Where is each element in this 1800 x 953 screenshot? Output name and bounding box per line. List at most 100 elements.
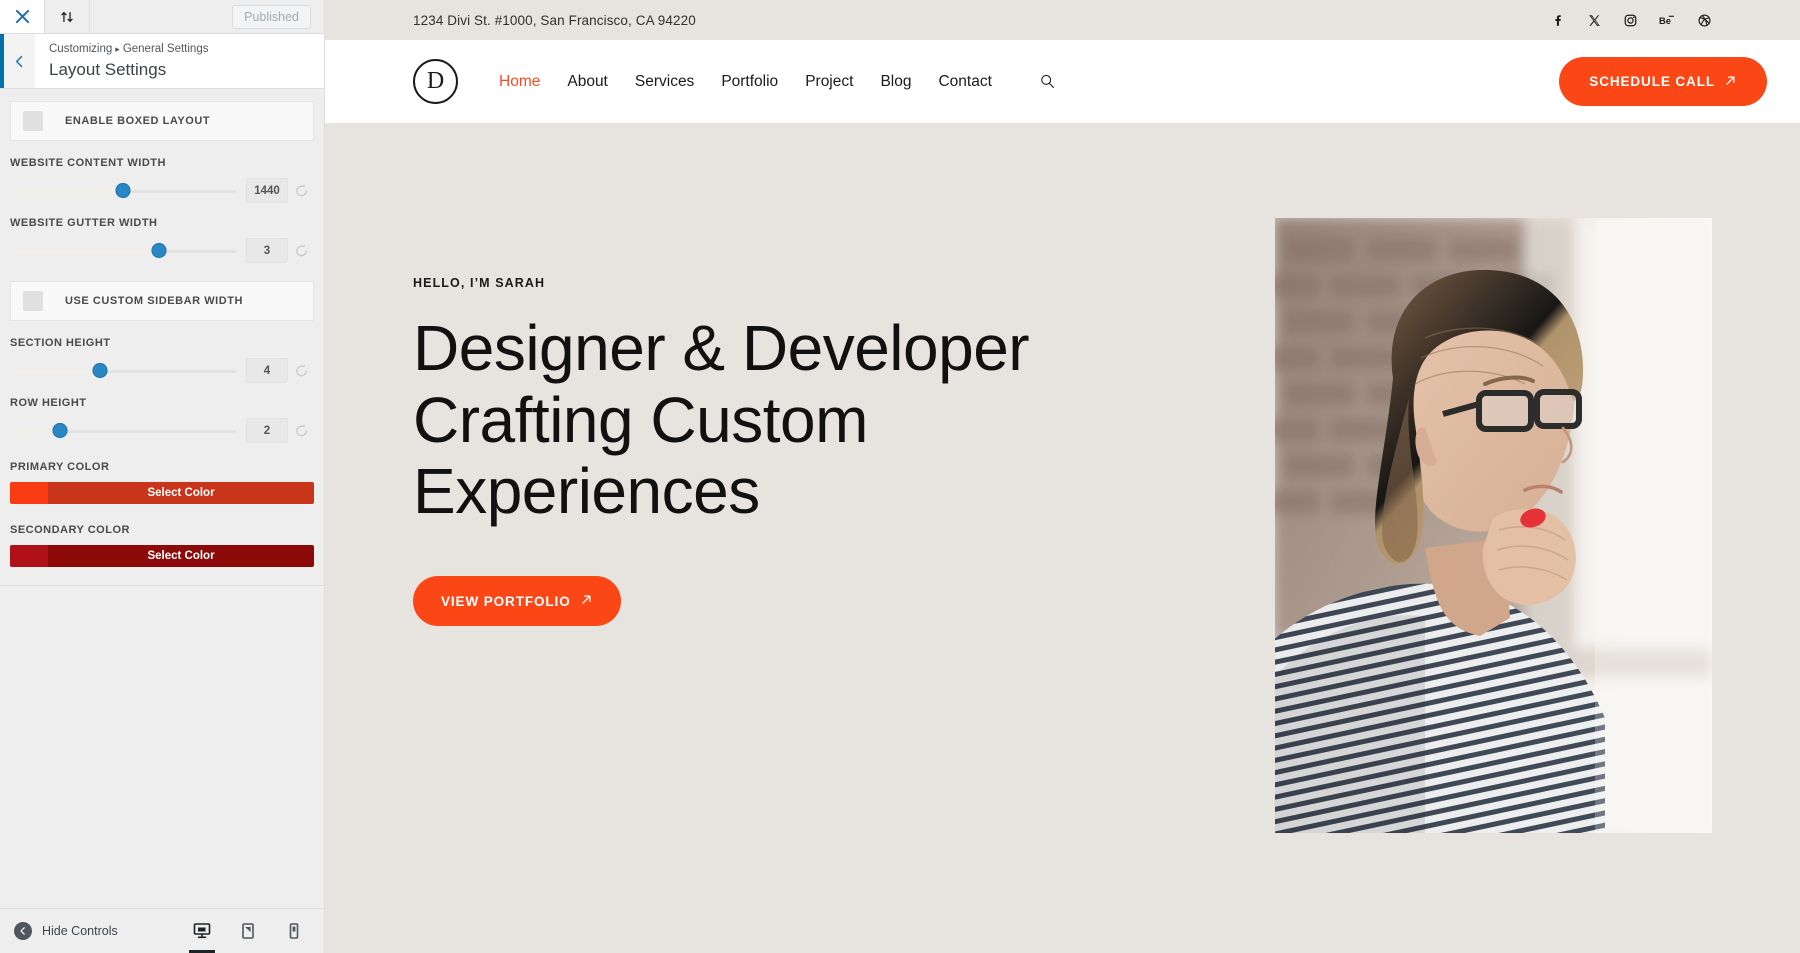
slider-row: 4: [10, 358, 314, 383]
nav-link-blog[interactable]: Blog: [880, 73, 911, 91]
slider-row: 1440: [10, 178, 314, 203]
hero-title: Designer & Developer Crafting Custom Exp…: [413, 312, 1073, 528]
slider-value[interactable]: 1440: [246, 178, 288, 203]
desktop-icon[interactable]: [186, 915, 218, 953]
nav-link-services[interactable]: Services: [635, 73, 694, 91]
layout-settings-controls: ENABLE BOXED LAYOUT WEBSITE CONTENT WIDT…: [0, 89, 324, 586]
slider-track-area[interactable]: [10, 422, 236, 439]
view-portfolio-button[interactable]: VIEW PORTFOLIO: [413, 576, 621, 627]
reset-icon[interactable]: [288, 183, 314, 198]
control-row-height: ROW HEIGHT 2: [10, 397, 314, 443]
nav-link-portfolio[interactable]: Portfolio: [721, 73, 778, 91]
slider-value[interactable]: 2: [246, 418, 288, 443]
slider-thumb[interactable]: [52, 422, 68, 438]
control-website-content-width: WEBSITE CONTENT WIDTH 1440: [10, 157, 314, 203]
slider-track-area[interactable]: [10, 362, 236, 379]
collapse-arrow-icon: [14, 922, 32, 940]
control-section-height: SECTION HEIGHT 4: [10, 337, 314, 383]
customizer-body: ENABLE BOXED LAYOUT WEBSITE CONTENT WIDT…: [0, 89, 324, 908]
control-use-custom-sidebar-width[interactable]: USE CUSTOM SIDEBAR WIDTH: [10, 281, 314, 321]
color-swatch: [10, 482, 48, 504]
facebook-icon[interactable]: [1551, 13, 1566, 28]
slider-fill: [10, 249, 160, 253]
control-label: SECONDARY COLOR: [10, 524, 130, 536]
breadcrumb-parent: General Settings: [122, 43, 209, 56]
published-button[interactable]: Published: [232, 4, 311, 29]
breadcrumb: Customizing ▸ General Settings: [49, 41, 310, 57]
hero-photo: [1275, 218, 1712, 833]
mobile-icon[interactable]: [278, 915, 310, 947]
slider-track-area[interactable]: [10, 182, 236, 199]
x-twitter-icon[interactable]: [1587, 13, 1602, 28]
control-label: ROW HEIGHT: [10, 397, 87, 409]
select-color-button[interactable]: Select Color: [48, 545, 314, 567]
slider-value[interactable]: 3: [246, 238, 288, 263]
reset-icon[interactable]: [288, 363, 314, 378]
device-preview-buttons: [186, 915, 310, 953]
control-secondary-color: SECONDARY COLOR Select Color: [10, 524, 314, 567]
slider-thumb[interactable]: [92, 362, 108, 378]
dribbble-icon[interactable]: [1697, 13, 1712, 28]
checkbox-icon[interactable]: [23, 291, 43, 311]
slider-fill: [10, 369, 101, 373]
color-swatch: [10, 545, 48, 567]
control-website-gutter-width: WEBSITE GUTTER WIDTH 3: [10, 217, 314, 263]
customizer-app: Published Customizing ▸ General Settings L…: [0, 0, 1800, 953]
slider-thumb[interactable]: [115, 182, 131, 198]
tablet-icon[interactable]: [232, 915, 264, 947]
svg-text:Be: Be: [1659, 16, 1671, 26]
hero-title-line-3: Experiences: [413, 455, 760, 528]
schedule-call-label: SCHEDULE CALL: [1589, 74, 1715, 89]
arrow-up-right-icon: [580, 593, 593, 609]
hero-eyebrow: HELLO, I’M SARAH: [413, 276, 546, 290]
slider-row: 2: [10, 418, 314, 443]
wp-customizer-sidebar: Published Customizing ▸ General Settings L…: [0, 0, 325, 953]
page-title: Layout Settings: [49, 59, 167, 79]
social-links: Be: [1551, 13, 1712, 28]
hero-photo-frame: [1275, 218, 1712, 833]
site-logo[interactable]: D: [413, 59, 458, 104]
hero-content: HELLO, I’M SARAH Designer & Developer Cr…: [413, 218, 1073, 627]
arrow-up-right-icon: [1724, 74, 1737, 90]
slider-row: 3: [10, 238, 314, 263]
schedule-call-button[interactable]: SCHEDULE CALL: [1559, 57, 1767, 106]
hide-controls-label: Hide Controls: [42, 924, 118, 938]
customizer-panel-header: Customizing ▸ General Settings Layout Sett…: [0, 34, 324, 89]
nav-link-home[interactable]: Home: [499, 73, 540, 91]
nav-link-about[interactable]: About: [567, 73, 608, 91]
slider-thumb[interactable]: [151, 242, 167, 258]
search-icon[interactable]: [1039, 73, 1056, 90]
hero-title-line-2: Crafting Custom: [413, 383, 868, 456]
control-label: USE CUSTOM SIDEBAR WIDTH: [65, 295, 244, 307]
panel-titles: Customizing ▸ General Settings Layout Sett…: [35, 34, 324, 88]
hide-controls-button[interactable]: Hide Controls: [14, 922, 118, 940]
site-header: D Home About Services Portfolio Project …: [325, 40, 1800, 123]
breadcrumb-separator: ▸: [115, 44, 120, 55]
hero-media: [1073, 218, 1712, 833]
instagram-icon[interactable]: [1623, 13, 1638, 28]
reset-icon[interactable]: [288, 243, 314, 258]
site-preview-frame: 1234 Divi St. #1000, San Francisco, CA 9…: [325, 0, 1800, 953]
checkbox-icon[interactable]: [23, 111, 43, 131]
sort-arrows-icon[interactable]: [45, 0, 90, 33]
nav-link-contact[interactable]: Contact: [938, 73, 991, 91]
nav-link-project[interactable]: Project: [805, 73, 853, 91]
slider-value[interactable]: 4: [246, 358, 288, 383]
customizer-topbar: Published: [0, 0, 324, 34]
chevron-left-icon[interactable]: [0, 34, 35, 88]
close-icon[interactable]: [0, 0, 45, 33]
control-label: ENABLE BOXED LAYOUT: [65, 115, 211, 127]
reset-icon[interactable]: [288, 423, 314, 438]
control-label: PRIMARY COLOR: [10, 461, 110, 473]
slider-track-area[interactable]: [10, 242, 236, 259]
secondary-color-picker[interactable]: Select Color: [10, 545, 314, 567]
control-primary-color: PRIMARY COLOR Select Color: [10, 461, 314, 504]
primary-color-picker[interactable]: Select Color: [10, 482, 314, 504]
breadcrumb-root: Customizing: [49, 43, 113, 56]
control-enable-boxed-layout[interactable]: ENABLE BOXED LAYOUT: [10, 101, 314, 141]
view-portfolio-label: VIEW PORTFOLIO: [441, 593, 571, 609]
select-color-button[interactable]: Select Color: [48, 482, 314, 504]
behance-icon[interactable]: Be: [1659, 13, 1676, 28]
slider-fill: [10, 189, 123, 193]
